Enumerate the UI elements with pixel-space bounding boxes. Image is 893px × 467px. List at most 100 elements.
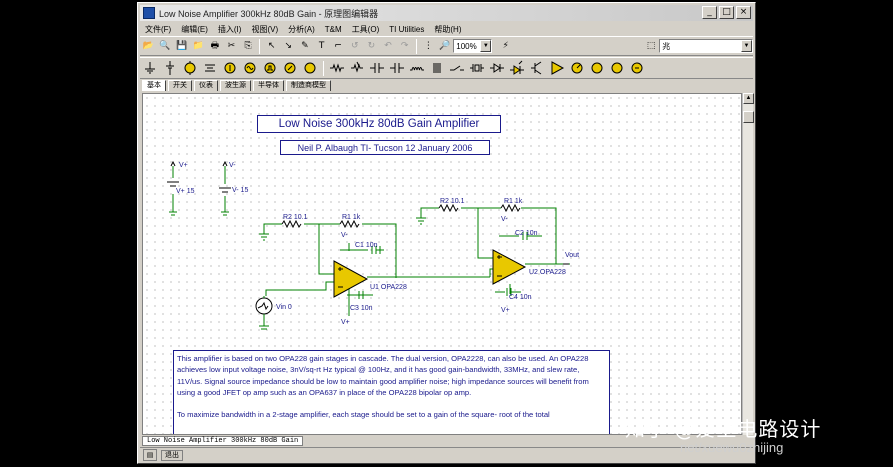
select-arrow-icon[interactable]: ↖ [264,39,279,54]
voltmeter-icon[interactable] [588,59,606,77]
potentiometer-icon[interactable] [348,59,366,77]
opamp-icon[interactable] [548,59,566,77]
cut-icon[interactable]: ✂ [224,39,239,54]
net-color-icon[interactable]: ⬚ [644,39,659,54]
net-select[interactable]: 兆 ▼ [659,39,753,53]
scroll-thumb[interactable] [743,111,754,123]
app-icon [143,7,155,19]
save-icon[interactable]: 💾 [174,39,189,54]
open-icon[interactable]: 📂 [141,39,156,54]
rotate-right-icon[interactable]: ↻ [364,39,379,54]
wire-tool-icon[interactable]: ⌐ [331,39,346,54]
inductor-icon[interactable] [408,59,426,77]
electrolytic-capacitor-icon[interactable] [388,59,406,77]
vertical-scrollbar[interactable]: ▲ [742,93,754,435]
zhihu-watermark: 知乎 @爱上电路设计 [625,417,822,441]
label-vin: Vin 0 [276,304,292,311]
toolbar-separator [323,60,324,76]
net-dropdown-arrow[interactable]: ▼ [741,40,752,52]
led-icon[interactable] [508,59,526,77]
status-bar: ▤ 退出 [140,447,753,462]
ground-component-icon[interactable] [141,59,159,77]
c3-wire [347,291,373,299]
tab-manufacturer-models[interactable]: 制造商模型 [286,80,331,91]
vplus-battery [167,181,179,187]
menu-bar: 文件(F) 编辑(E) 插入(I) 视图(V) 分析(A) T&M 工具(O) … [140,22,753,36]
menu-file[interactable]: 文件(F) [140,24,176,35]
minimize-button[interactable]: _ [702,6,717,19]
tab-switches[interactable]: 开关 [168,80,192,91]
diode-icon[interactable] [488,59,506,77]
title-bar[interactable]: Low Noise Amplifier 300kHz 80dB Gain - 原… [140,5,753,21]
resistor-icon[interactable] [328,59,346,77]
menu-analysis[interactable]: 分析(A) [283,24,320,35]
r2a-resistor [281,219,302,229]
menu-ti-utilities[interactable]: TI Utilities [384,25,429,34]
bjt-icon[interactable] [528,59,546,77]
zoom-dropdown-arrow[interactable]: ▼ [480,40,492,52]
menu-help[interactable]: 帮助(H) [429,24,466,35]
status-icon[interactable]: ▤ [143,449,157,461]
tab-sources[interactable]: 波生源 [220,80,251,91]
main-toolbar: 📂 🔍 💾 📁 🖶 ✂ ⎘ ↖ ↘ ✎ T ⌐ ↺ ↻ ↶ ↷ ⋮ 🔎 100%… [140,36,753,56]
tab-meters[interactable]: 仪表 [194,80,218,91]
ammeter-icon[interactable] [608,59,626,77]
current-source-icon[interactable] [221,59,239,77]
undo-icon[interactable]: ↶ [381,39,396,54]
r2b-resistor [438,203,459,213]
menu-insert[interactable]: 插入(I) [213,24,247,35]
label-vminus-u1: V- [341,232,348,239]
u1-opamp [333,260,369,298]
label-vminus-top: V- [229,162,236,169]
label-vout: Vout [565,252,579,259]
copy-icon[interactable]: ⎘ [241,39,256,54]
select-area-icon[interactable]: ↘ [281,39,296,54]
desktop: Low Noise Amplifier 300kHz 80dB Gain - 原… [0,0,893,467]
grid-icon[interactable]: ⋮ [421,39,436,54]
label-u1: U1 OPA228 [370,284,407,291]
text-tool-icon[interactable]: T [314,39,329,54]
crystal-icon[interactable] [468,59,486,77]
zoom-select[interactable]: 100% ▼ [453,39,493,53]
r1a-resistor [339,219,360,229]
vin-source [255,297,273,315]
label-r1a: R1 1k [342,214,361,221]
probe-component-icon[interactable] [628,59,646,77]
scroll-up-button[interactable]: ▲ [743,93,754,104]
schematic-canvas[interactable]: Low Noise 300kHz 80dB Gain Amplifier Nei… [142,93,742,435]
status-message: 退出 [161,449,183,461]
controlled-source-icon[interactable] [301,59,319,77]
tab-semiconductors[interactable]: 半导体 [253,80,284,91]
library-icon[interactable]: 📁 [191,39,206,54]
rotate-left-icon[interactable]: ↺ [348,39,363,54]
label-vminus-u2: V- [501,216,508,223]
print-icon[interactable]: 🖶 [208,39,223,54]
menu-view[interactable]: 视图(V) [246,24,283,35]
capacitor-icon[interactable] [368,59,386,77]
window-title: Low Noise Amplifier 300kHz 80dB Gain - 原… [159,8,379,19]
close-button[interactable]: × [736,6,751,19]
pulse-source-icon[interactable] [261,59,279,77]
description-textbox[interactable]: This amplifier is based on two OPA228 ga… [173,350,610,434]
redo-icon[interactable]: ↷ [397,39,412,54]
menu-tools[interactable]: 工具(O) [347,24,385,35]
transformer-icon[interactable] [428,59,446,77]
document-tab[interactable]: Low Noise Amplifier 300kHz 80dB Gain [142,436,304,446]
ground-r2b [416,217,426,225]
sine-source-icon[interactable] [241,59,259,77]
menu-tm[interactable]: T&M [320,25,347,34]
pen-icon[interactable]: ✎ [298,39,313,54]
battery-component-icon[interactable] [161,59,179,77]
maximize-button[interactable]: □ [719,6,734,19]
meter-icon[interactable] [568,59,586,77]
probe-icon[interactable]: ⚡ [498,39,513,54]
switch-icon[interactable] [448,59,466,77]
current-dc-icon[interactable] [281,59,299,77]
voltage-source-icon[interactable] [181,59,199,77]
tab-basic[interactable]: 基本 [142,80,166,91]
browse-icon[interactable]: 🔍 [158,39,173,54]
r1a-feedback-wire [362,223,397,278]
zoom-icon[interactable]: 🔎 [438,39,453,54]
dc-source-icon[interactable] [201,59,219,77]
menu-edit[interactable]: 编辑(E) [176,24,213,35]
